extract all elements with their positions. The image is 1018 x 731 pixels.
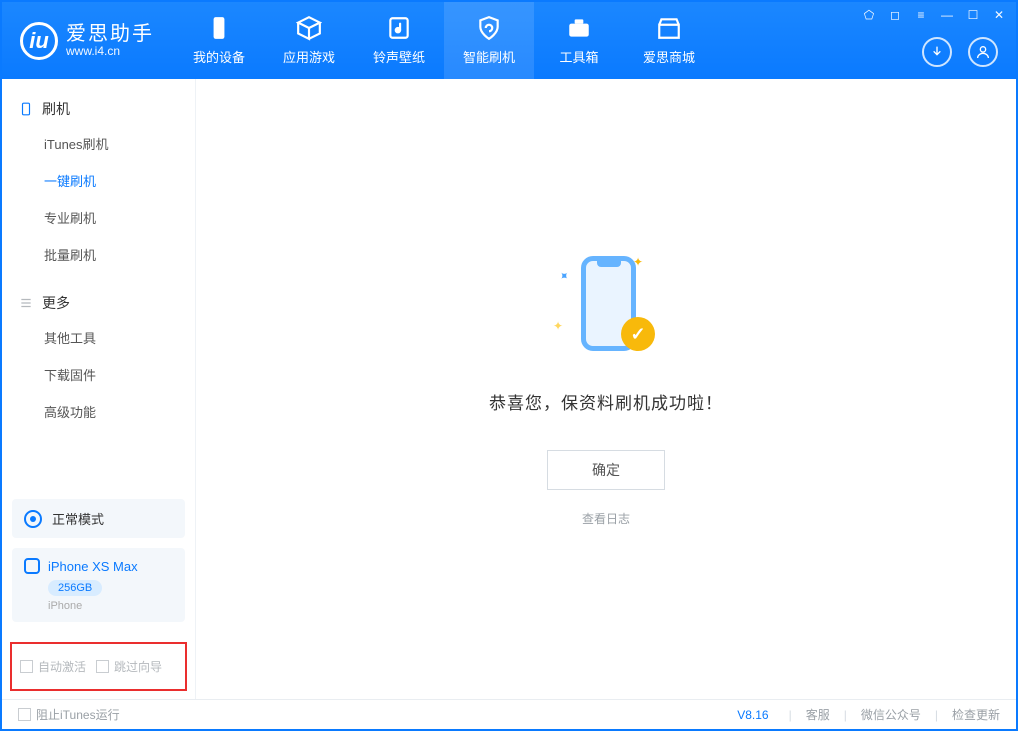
sidebar-item-advanced[interactable]: 高级功能 — [2, 393, 195, 430]
app-title: 爱思助手 — [66, 23, 154, 45]
mode-card[interactable]: 正常模式 — [12, 499, 185, 538]
sparkle-icon: ✦ — [556, 267, 573, 284]
sidebar-item-pro-flash[interactable]: 专业刷机 — [2, 199, 195, 236]
sidebar-item-oneclick-flash[interactable]: 一键刷机 — [2, 162, 195, 199]
device-name: iPhone XS Max — [48, 559, 138, 574]
device-small-icon — [18, 101, 34, 117]
feedback-icon[interactable]: ⬠ — [862, 8, 876, 22]
device-type: iPhone — [48, 600, 173, 612]
close-button[interactable]: ✕ — [992, 8, 1006, 22]
sidebar-item-itunes-flash[interactable]: iTunes刷机 — [2, 125, 195, 162]
nav-my-device[interactable]: 我的设备 — [174, 2, 264, 79]
download-button[interactable] — [922, 37, 952, 67]
sidebar-group-label: 刷机 — [42, 99, 70, 119]
sidebar-item-other-tools[interactable]: 其他工具 — [2, 319, 195, 356]
top-nav: 我的设备 应用游戏 铃声壁纸 智能刷机 工具箱 爱思商城 — [174, 2, 714, 79]
list-icon — [18, 295, 34, 311]
store-icon — [656, 15, 682, 41]
success-message: 恭喜您，保资料刷机成功啦！ — [489, 389, 723, 414]
device-icon — [24, 558, 40, 574]
success-illustration: ✦ ✦ ✦ ✓ — [551, 251, 661, 361]
checkbox-icon — [20, 660, 33, 673]
logo[interactable]: iu 爱思助手 www.i4.cn — [2, 22, 174, 60]
minimize-button[interactable]: — — [940, 8, 954, 22]
footer-link-update[interactable]: 检查更新 — [952, 706, 1000, 723]
checkbox-skip-guide[interactable]: 跳过向导 — [96, 658, 162, 675]
device-capacity: 256GB — [48, 580, 102, 596]
sidebar-group-more: 更多 其他工具 下载固件 高级功能 — [2, 273, 195, 430]
checkbox-block-itunes[interactable]: 阻止iTunes运行 — [18, 706, 120, 723]
menu-icon[interactable]: ≡ — [914, 8, 928, 22]
footer-link-support[interactable]: 客服 — [806, 706, 830, 723]
app-window: iu 爱思助手 www.i4.cn 我的设备 应用游戏 铃声壁纸 智能刷机 — [0, 0, 1018, 731]
checkbox-auto-activate[interactable]: 自动激活 — [20, 658, 86, 675]
nav-ringtones-wallpapers[interactable]: 铃声壁纸 — [354, 2, 444, 79]
sidebar-item-download-firmware[interactable]: 下载固件 — [2, 356, 195, 393]
footer: 阻止iTunes运行 V8.16 | 客服 | 微信公众号 | 检查更新 — [2, 699, 1016, 729]
toolbox-icon — [566, 15, 592, 41]
music-note-icon — [386, 15, 412, 41]
maximize-button[interactable]: ☐ — [966, 8, 980, 22]
mode-indicator-icon — [24, 510, 42, 528]
skin-icon[interactable]: ◻ — [888, 8, 902, 22]
sidebar-item-batch-flash[interactable]: 批量刷机 — [2, 236, 195, 273]
header: iu 爱思助手 www.i4.cn 我的设备 应用游戏 铃声壁纸 智能刷机 — [2, 2, 1016, 79]
account-button[interactable] — [968, 37, 998, 67]
sidebar-group-flash: 刷机 iTunes刷机 一键刷机 专业刷机 批量刷机 — [2, 79, 195, 273]
footer-link-wechat[interactable]: 微信公众号 — [861, 706, 921, 723]
main-content: ✦ ✦ ✦ ✓ 恭喜您，保资料刷机成功啦！ 确定 查看日志 — [196, 79, 1016, 699]
sparkle-icon: ✦ — [553, 319, 563, 333]
sidebar: 刷机 iTunes刷机 一键刷机 专业刷机 批量刷机 更多 其他工具 下载固件 … — [2, 79, 196, 699]
logo-icon: iu — [20, 22, 58, 60]
nav-apps-games[interactable]: 应用游戏 — [264, 2, 354, 79]
body: 刷机 iTunes刷机 一键刷机 专业刷机 批量刷机 更多 其他工具 下载固件 … — [2, 79, 1016, 699]
phone-icon — [206, 15, 232, 41]
app-subtitle: www.i4.cn — [66, 45, 154, 58]
checkbox-icon — [18, 708, 31, 721]
device-card[interactable]: iPhone XS Max 256GB iPhone — [12, 548, 185, 622]
window-controls: ⬠ ◻ ≡ — ☐ ✕ — [862, 8, 1006, 22]
checkbox-icon — [96, 660, 109, 673]
highlighted-options: 自动激活 跳过向导 — [10, 642, 187, 691]
download-icon — [929, 44, 945, 60]
mode-label: 正常模式 — [52, 509, 104, 528]
shield-refresh-icon — [476, 15, 502, 41]
nav-smart-flash[interactable]: 智能刷机 — [444, 2, 534, 79]
checkmark-badge-icon: ✓ — [621, 317, 655, 351]
sidebar-group-label: 更多 — [42, 293, 70, 313]
view-log-link[interactable]: 查看日志 — [582, 510, 630, 527]
ok-button[interactable]: 确定 — [547, 450, 665, 490]
nav-toolbox[interactable]: 工具箱 — [534, 2, 624, 79]
nav-store[interactable]: 爱思商城 — [624, 2, 714, 79]
cube-icon — [296, 15, 322, 41]
version-label: V8.16 — [737, 708, 768, 722]
user-icon — [975, 44, 991, 60]
